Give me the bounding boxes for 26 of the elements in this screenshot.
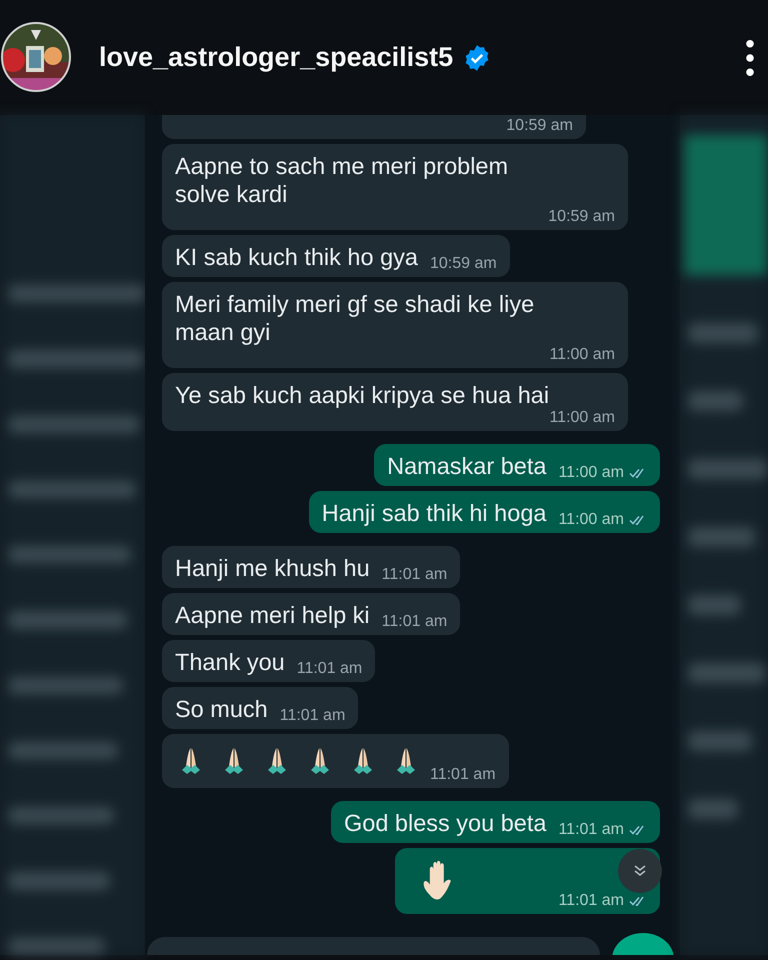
message-text: Thank you [175, 648, 285, 676]
message-text: Hanji me khush hu [175, 554, 370, 582]
message-text: God bless you beta [344, 809, 546, 837]
message-time: 11:01 am [280, 707, 346, 725]
message-text: Aapne to sach me meri problem solve kardi [175, 152, 510, 208]
message-time: 11:01 am [558, 821, 624, 839]
message-time: 11:00 am [558, 511, 624, 529]
message-time: 11:01 am [430, 766, 496, 784]
message-time: 11:00 am [549, 346, 615, 364]
message-text: Ye sab kuch aapki kripya se hua hai [175, 381, 550, 409]
message-text: Meri family meri gf se shadi ke liye maan gyi [175, 290, 536, 346]
message-text: Namaskar beta [387, 452, 546, 480]
message-time: 11:00 am [558, 464, 624, 482]
message-time: 11:01 am [296, 660, 362, 678]
message-text: Hanji sab thik hi hoga [322, 499, 546, 527]
message-time: 11:01 am [382, 566, 448, 584]
message-time: 10:59 am [430, 255, 497, 273]
message-time: 10:59 am [506, 117, 573, 135]
message-time: 11:01 am [382, 613, 448, 631]
message-text: KI sab kuch thik ho gya [175, 243, 418, 271]
message-time: 11:01 am [558, 892, 624, 910]
username[interactable]: love_astrologer_speacilist5 [99, 42, 454, 73]
message-text: Aapne meri help ki [175, 601, 370, 629]
message-time: 11:00 am [549, 409, 615, 427]
message-time: 10:59 am [548, 208, 615, 226]
message-text: So much [175, 695, 268, 723]
